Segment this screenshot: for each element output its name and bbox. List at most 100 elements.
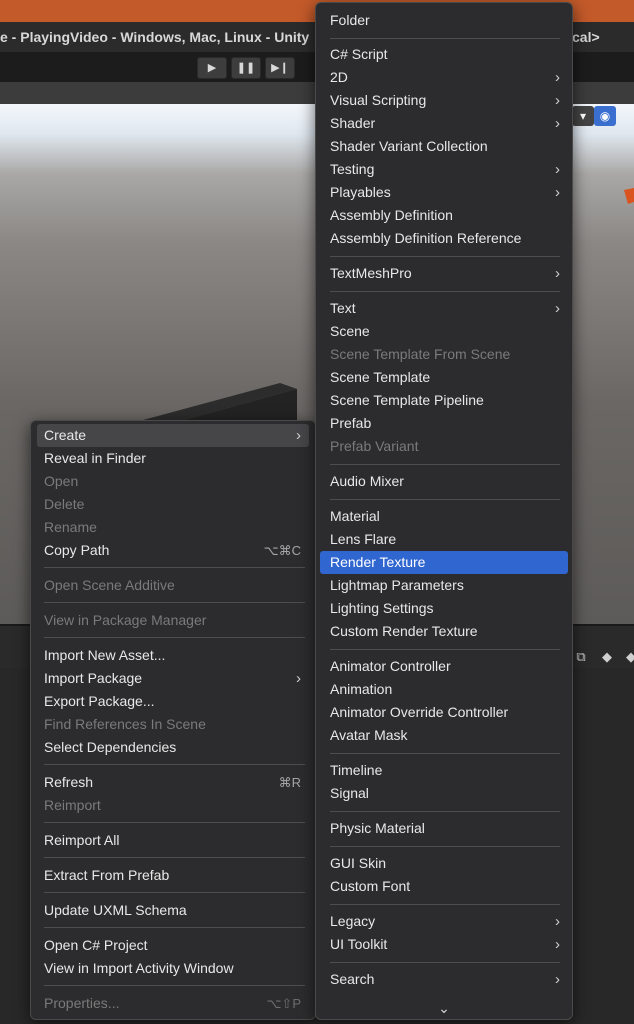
separator xyxy=(330,811,560,812)
menu-item-refresh[interactable]: Refresh ⌘R xyxy=(37,771,309,794)
submenu-item-lightmap-parameters[interactable]: Lightmap Parameters xyxy=(320,574,568,597)
menu-item-open: Open xyxy=(44,473,79,489)
submenu-item-scene[interactable]: Scene xyxy=(320,320,568,343)
separator xyxy=(44,602,305,603)
chevron-right-icon: › xyxy=(296,427,301,444)
step-icon: ▶❙ xyxy=(271,62,289,74)
chevron-right-icon: › xyxy=(555,265,560,282)
menu-item-reveal-in-finder[interactable]: Reveal in Finder xyxy=(37,447,309,470)
separator xyxy=(330,904,560,905)
submenu-item-search[interactable]: Search › xyxy=(320,968,568,991)
submenu-item-signal[interactable]: Signal xyxy=(320,782,568,805)
submenu-item-scene-template[interactable]: Scene Template xyxy=(320,366,568,389)
separator xyxy=(44,985,305,986)
submenu-item-legacy[interactable]: Legacy › xyxy=(320,910,568,933)
step-button[interactable]: ▶❙ xyxy=(265,57,295,79)
menu-item-create[interactable]: Create › xyxy=(37,424,309,447)
lock-layout-icon[interactable]: ⧉ xyxy=(572,648,590,666)
menu-item-import-package[interactable]: Import Package › xyxy=(37,667,309,690)
submenu-item-physic-material[interactable]: Physic Material xyxy=(320,817,568,840)
submenu-item-assembly-definition-reference[interactable]: Assembly Definition Reference xyxy=(320,227,568,250)
filter-icon[interactable]: ◆ xyxy=(598,648,616,666)
menu-item-extract-from-prefab[interactable]: Extract From Prefab xyxy=(37,864,309,887)
submenu-item-folder[interactable]: Folder xyxy=(320,9,568,32)
submenu-item-shader[interactable]: Shader › xyxy=(320,112,568,135)
play-button[interactable]: ▶ xyxy=(197,57,227,79)
star-icon[interactable]: ◆ xyxy=(622,648,634,666)
shortcut-label: ⌥⌘C xyxy=(263,543,301,558)
submenu-item-csharp-script[interactable]: C# Script xyxy=(320,43,568,66)
separator xyxy=(330,464,560,465)
shortcut-label: ⌥⇧P xyxy=(266,996,301,1011)
separator xyxy=(44,927,305,928)
menu-item-view-in-package-manager: View in Package Manager xyxy=(44,612,207,628)
play-icon: ▶ xyxy=(207,62,217,74)
chevron-right-icon: › xyxy=(555,92,560,109)
submenu-item-textmeshpro[interactable]: TextMeshPro › xyxy=(320,262,568,285)
menu-item-copy-path[interactable]: Copy Path ⌥⌘C xyxy=(37,539,309,562)
separator xyxy=(330,649,560,650)
submenu-item-lighting-settings[interactable]: Lighting Settings xyxy=(320,597,568,620)
pause-button[interactable]: ❚❚ xyxy=(231,57,261,79)
submenu-item-timeline[interactable]: Timeline xyxy=(320,759,568,782)
menu-item-find-references-in-scene: Find References In Scene xyxy=(44,716,206,732)
chevron-right-icon: › xyxy=(555,161,560,178)
menu-item-export-package[interactable]: Export Package... xyxy=(37,690,309,713)
menu-item-rename: Rename xyxy=(44,519,97,535)
chevron-right-icon: › xyxy=(555,300,560,317)
separator xyxy=(330,499,560,500)
submenu-item-scene-template-pipeline[interactable]: Scene Template Pipeline xyxy=(320,389,568,412)
submenu-item-shader-variant-collection[interactable]: Shader Variant Collection xyxy=(320,135,568,158)
asset-context-menu: Create › Reveal in Finder Open Delete Ren… xyxy=(30,420,316,1020)
submenu-item-animator-override-controller[interactable]: Animator Override Controller xyxy=(320,701,568,724)
separator xyxy=(330,962,560,963)
submenu-item-lens-flare[interactable]: Lens Flare xyxy=(320,528,568,551)
transform-gizmo[interactable] xyxy=(624,188,634,204)
menu-item-reimport: Reimport xyxy=(44,797,101,813)
separator xyxy=(44,892,305,893)
submenu-item-testing[interactable]: Testing › xyxy=(320,158,568,181)
submenu-item-animation[interactable]: Animation xyxy=(320,678,568,701)
separator xyxy=(330,256,560,257)
chevron-right-icon: › xyxy=(555,971,560,988)
menu-item-update-uxml-schema[interactable]: Update UXML Schema xyxy=(37,899,309,922)
chevron-right-icon: › xyxy=(555,69,560,86)
submenu-item-assembly-definition[interactable]: Assembly Definition xyxy=(320,204,568,227)
submenu-item-material[interactable]: Material xyxy=(320,505,568,528)
submenu-item-gui-skin[interactable]: GUI Skin xyxy=(320,852,568,875)
submenu-item-playables[interactable]: Playables › xyxy=(320,181,568,204)
chevron-right-icon: › xyxy=(555,913,560,930)
chevron-right-icon: › xyxy=(555,115,560,132)
menu-item-select-dependencies[interactable]: Select Dependencies xyxy=(37,736,309,759)
create-submenu: Folder C# Script 2D › Visual Scripting › S… xyxy=(315,2,573,1020)
menu-item-open-scene-additive: Open Scene Additive xyxy=(44,577,175,593)
dropdown-arrow-icon[interactable]: ▾ xyxy=(572,106,594,126)
separator xyxy=(330,291,560,292)
separator xyxy=(44,822,305,823)
submenu-item-custom-render-texture[interactable]: Custom Render Texture xyxy=(320,620,568,643)
scroll-down-chevron-icon[interactable]: ⌄ xyxy=(316,1000,572,1017)
chevron-right-icon: › xyxy=(555,936,560,953)
submenu-item-text[interactable]: Text › xyxy=(320,297,568,320)
separator xyxy=(330,38,560,39)
submenu-item-visual-scripting[interactable]: Visual Scripting › xyxy=(320,89,568,112)
separator xyxy=(44,567,305,568)
submenu-item-prefab[interactable]: Prefab xyxy=(320,412,568,435)
submenu-item-render-texture[interactable]: Render Texture xyxy=(320,551,568,574)
submenu-item-audio-mixer[interactable]: Audio Mixer xyxy=(320,470,568,493)
submenu-item-ui-toolkit[interactable]: UI Toolkit › xyxy=(320,933,568,956)
submenu-item-animator-controller[interactable]: Animator Controller xyxy=(320,655,568,678)
submenu-item-prefab-variant: Prefab Variant xyxy=(330,438,419,454)
menu-item-reimport-all[interactable]: Reimport All xyxy=(37,829,309,852)
menu-item-view-in-import-activity-window[interactable]: View in Import Activity Window xyxy=(37,957,309,980)
submenu-item-2d[interactable]: 2D › xyxy=(320,66,568,89)
menu-item-open-csharp-project[interactable]: Open C# Project xyxy=(37,934,309,957)
separator xyxy=(44,764,305,765)
menu-item-import-new-asset[interactable]: Import New Asset... xyxy=(37,644,309,667)
window-title-suffix: cal> xyxy=(572,29,600,45)
submenu-item-custom-font[interactable]: Custom Font xyxy=(320,875,568,898)
visibility-icon[interactable]: ◉ xyxy=(594,106,616,126)
separator xyxy=(44,857,305,858)
submenu-item-avatar-mask[interactable]: Avatar Mask xyxy=(320,724,568,747)
shortcut-label: ⌘R xyxy=(278,775,301,790)
